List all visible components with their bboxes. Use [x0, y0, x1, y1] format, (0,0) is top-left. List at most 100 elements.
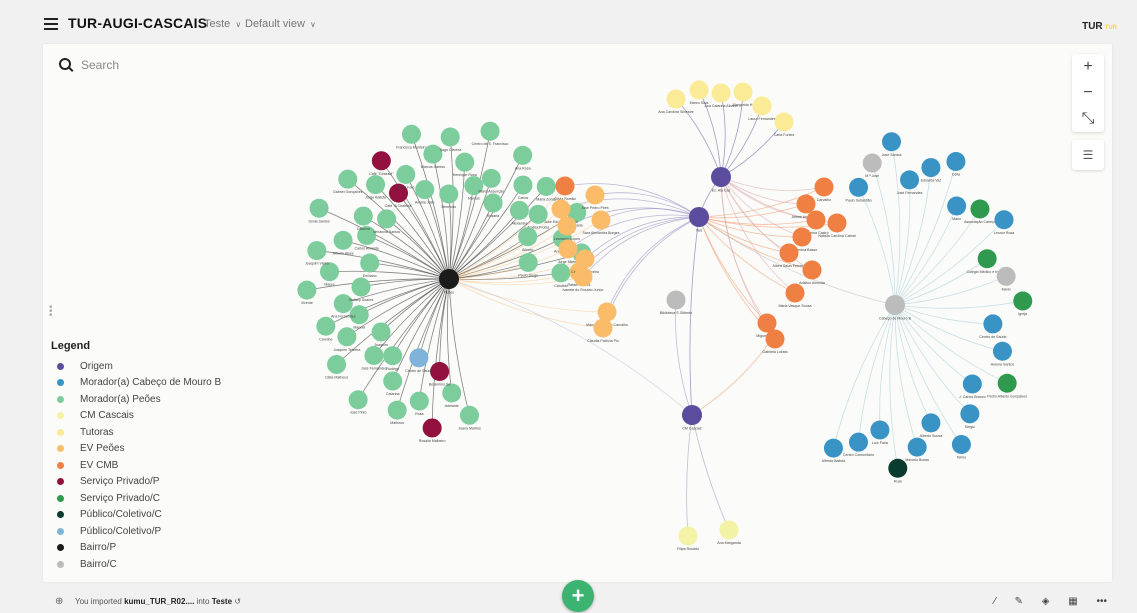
graph-node[interactable]	[823, 438, 843, 458]
search-input[interactable]: Search	[81, 58, 119, 72]
graph-node[interactable]	[711, 83, 731, 103]
graph-node[interactable]	[848, 432, 868, 452]
graph-node[interactable]	[366, 175, 386, 195]
graph-node[interactable]	[430, 361, 450, 381]
graph-node[interactable]	[481, 168, 501, 188]
graph-node[interactable]	[997, 373, 1017, 393]
graph-node[interactable]	[585, 185, 605, 205]
settings-sliders-icon[interactable]: ☰	[1072, 140, 1104, 170]
zoom-in-button[interactable]: +	[1072, 54, 1104, 80]
graph-node[interactable]	[333, 294, 353, 314]
graph-node[interactable]	[921, 413, 941, 433]
graph-node[interactable]	[409, 391, 429, 411]
magic-wand-icon[interactable]: ⁄	[994, 596, 996, 607]
graph-node[interactable]	[401, 124, 421, 144]
graph-node[interactable]	[779, 243, 799, 263]
graph-node[interactable]	[518, 252, 538, 272]
graph-node[interactable]	[396, 164, 416, 184]
graph-node[interactable]	[460, 405, 480, 425]
graph-node[interactable]	[409, 348, 429, 368]
graph-node[interactable]	[513, 175, 533, 195]
graph-node[interactable]	[415, 180, 435, 200]
graph-node[interactable]	[900, 170, 920, 190]
graph-node[interactable]	[765, 329, 785, 349]
graph-node[interactable]	[951, 435, 971, 455]
graph-node[interactable]	[573, 267, 593, 287]
graph-node[interactable]	[383, 371, 403, 391]
bairro-cabeco-node[interactable]	[885, 295, 905, 315]
graph-node[interactable]	[439, 184, 459, 204]
graph-node[interactable]	[996, 266, 1016, 286]
graph-node[interactable]	[551, 199, 571, 219]
biblioteca-node[interactable]	[666, 290, 686, 310]
graph-node[interactable]	[575, 249, 595, 269]
graph-node[interactable]	[377, 209, 397, 229]
graph-node[interactable]	[371, 322, 391, 342]
graph-node[interactable]	[806, 210, 826, 230]
project-dropdown[interactable]: Teste ∨	[204, 18, 241, 30]
globe-icon[interactable]: ⊕	[55, 596, 63, 607]
menu-icon[interactable]	[44, 18, 58, 30]
graph-node[interactable]	[333, 230, 353, 250]
graph-node[interactable]	[383, 346, 403, 366]
graph-node[interactable]	[983, 314, 1003, 334]
graph-node[interactable]	[480, 121, 500, 141]
graph-node[interactable]	[557, 216, 577, 236]
graph-node[interactable]	[551, 263, 571, 283]
table-icon[interactable]: ▦	[1068, 596, 1077, 607]
graph-node[interactable]	[814, 177, 834, 197]
graph-node[interactable]	[994, 210, 1014, 230]
graph-node[interactable]	[921, 158, 941, 178]
graph-node[interactable]	[689, 80, 709, 100]
graph-node[interactable]	[513, 145, 533, 165]
graph-node[interactable]	[297, 280, 317, 300]
graph-node[interactable]	[678, 526, 698, 546]
add-element-button[interactable]: +	[562, 580, 594, 612]
graph-node[interactable]	[440, 127, 460, 147]
graph-node[interactable]	[802, 260, 822, 280]
graph-node[interactable]	[536, 176, 556, 196]
graph-node[interactable]	[337, 327, 357, 347]
graph-node[interactable]	[1013, 291, 1033, 311]
search-bar[interactable]: Search	[59, 58, 119, 72]
graph-node[interactable]	[558, 239, 578, 259]
graph-node[interactable]	[518, 227, 538, 247]
graph-node[interactable]	[947, 196, 967, 216]
graph-node[interactable]	[733, 82, 753, 102]
graph-node[interactable]	[338, 169, 358, 189]
map-title[interactable]: TUR-AUGI-CASCAIS	[68, 15, 207, 31]
zoom-out-button[interactable]: −	[1072, 80, 1104, 106]
graph-node[interactable]	[593, 318, 613, 338]
graph-node[interactable]	[719, 520, 739, 540]
graph-node[interactable]	[792, 227, 812, 247]
graph-node[interactable]	[309, 198, 329, 218]
graph-node[interactable]	[774, 112, 794, 132]
graph-node[interactable]	[977, 249, 997, 269]
graph-node[interactable]	[907, 437, 927, 457]
fit-view-button[interactable]: ⤡	[1072, 106, 1104, 132]
cm-cascais-node[interactable]	[682, 405, 702, 425]
graph-node[interactable]	[862, 153, 882, 173]
origin-node[interactable]	[689, 207, 709, 227]
graph-node[interactable]	[785, 283, 805, 303]
graph-node[interactable]	[888, 458, 908, 478]
graph-node[interactable]	[827, 213, 847, 233]
graph-node[interactable]	[509, 200, 529, 220]
graph-node[interactable]	[962, 374, 982, 394]
graph-node[interactable]	[591, 210, 611, 230]
graph-node[interactable]	[351, 277, 371, 297]
graph-node[interactable]	[483, 193, 503, 213]
graph-node[interactable]	[849, 177, 869, 197]
bairro-peoes-node[interactable]	[439, 269, 459, 289]
graph-node[interactable]	[752, 96, 772, 116]
graph-node[interactable]	[348, 390, 368, 410]
undo-icon[interactable]: ↺	[234, 597, 241, 606]
graph-node[interactable]	[555, 176, 575, 196]
graph-node[interactable]	[455, 152, 475, 172]
graph-node[interactable]	[371, 151, 391, 171]
cube-icon[interactable]: ◈	[1042, 596, 1050, 607]
origin-node[interactable]	[711, 167, 731, 187]
graph-node[interactable]	[316, 316, 336, 336]
wrench-icon[interactable]: ✎	[1015, 596, 1023, 607]
graph-node[interactable]	[360, 253, 380, 273]
